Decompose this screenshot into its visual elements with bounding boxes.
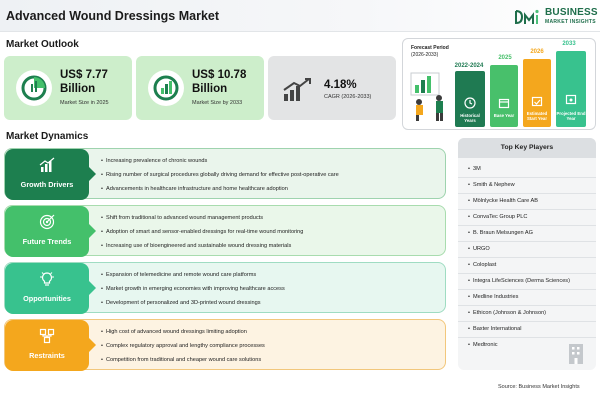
- bar-projected: Projected End Year: [556, 51, 586, 127]
- bar-caption-base: Base Year: [493, 113, 515, 118]
- logo-text-primary: BUSINESS: [545, 7, 598, 18]
- future-trends-label: Future Trends: [22, 237, 72, 246]
- growth-drivers-label-box: Growth Drivers: [5, 149, 89, 200]
- source-note: Source: Business Market Insights: [498, 384, 580, 390]
- future-trends-arrow: [89, 224, 96, 238]
- opportunities-row: Opportunities Expansion of telemedicine …: [4, 262, 446, 314]
- player-item: Medline Industries: [458, 290, 596, 306]
- forecast-period-panel: Forecast Period (2026-2033) 2022-2024 20…: [402, 38, 596, 130]
- list-item: Advancements in healthcare infrastructur…: [101, 182, 339, 196]
- trend-up-icon: [283, 78, 311, 101]
- player-item: ConvaTec Group PLC: [458, 210, 596, 226]
- bar-caption-historical: Historical Years: [460, 113, 480, 123]
- list-item: Increasing use of bioengineered and sust…: [101, 239, 303, 253]
- cagr-label: CAGR (2026-2033): [324, 94, 372, 100]
- bar-year-2033: 2033: [562, 41, 576, 47]
- growth-drivers-row: Growth Drivers Increasing prevalence of …: [4, 148, 446, 200]
- target-icon: [39, 214, 55, 230]
- player-item: Baxter International: [458, 322, 596, 338]
- growth-drivers-arrow: [89, 167, 96, 181]
- player-item: B. Braun Melsungen AG: [458, 226, 596, 242]
- calendar-check-icon: [531, 96, 543, 107]
- bar-chart-icon: [148, 70, 184, 106]
- player-item: Mölnlycke Health Care AB: [458, 194, 596, 210]
- header-bar: Advanced Wound Dressings Market BUSINESS…: [0, 0, 600, 32]
- cagr-card: 4.18% CAGR (2026-2033): [268, 56, 396, 120]
- calendar-icon: [498, 98, 510, 109]
- list-item: Increasing prevalence of chronic wounds: [101, 154, 339, 168]
- market-size-2033-label: Market Size by 2033: [192, 100, 243, 106]
- cagr-value: 4.18%: [324, 79, 357, 91]
- player-item: Integra LifeSciences (Derma Sciences): [458, 274, 596, 290]
- forecast-range: (2026-2033): [411, 52, 439, 58]
- forecast-title: Forecast Period: [411, 45, 449, 51]
- market-size-2025-card: US$ 7.77 Billion Market Size in 2025: [4, 56, 132, 120]
- growth-chart-icon: [39, 157, 55, 172]
- list-item: Rising number of surgical procedures glo…: [101, 168, 339, 182]
- player-item: URGO: [458, 242, 596, 258]
- clock-icon: [464, 97, 476, 109]
- opportunities-label-box: Opportunities: [5, 263, 89, 314]
- market-size-2025-value: US$ 7.77 Billion: [60, 69, 108, 95]
- bar-year-2022-2024: 2022-2024: [454, 63, 484, 69]
- player-item: Ethicon (Johnson & Johnson): [458, 306, 596, 322]
- list-item: Development of personalized and 3D-print…: [101, 296, 285, 310]
- market-size-2033-card: US$ 10.78 Billion Market Size by 2033: [136, 56, 264, 120]
- list-item: Shift from traditional to advanced wound…: [101, 211, 303, 225]
- bar-year-2026: 2026: [530, 49, 544, 55]
- market-size-2025-label: Market Size in 2025: [60, 100, 109, 106]
- pie-chart-icon: [16, 70, 52, 106]
- restraints-list: High cost of advanced wound dressings li…: [101, 325, 265, 367]
- market-outlook-heading: Market Outlook: [6, 39, 79, 50]
- brand-logo: BUSINESS MARKET INSIGHTS: [514, 6, 598, 28]
- top-key-players-heading: Top Key Players: [458, 138, 596, 158]
- opportunities-arrow: [89, 281, 96, 295]
- growth-drivers-list: Increasing prevalence of chronic wounds …: [101, 154, 339, 196]
- list-item: Complex regulatory approval and lengthy …: [101, 339, 265, 353]
- player-item: 3M: [458, 162, 596, 178]
- growth-drivers-label: Growth Drivers: [20, 180, 74, 189]
- bar-caption-estimated: Estimated Start Year: [526, 111, 548, 121]
- players-list: 3M Smith & Nephew Mölnlycke Health Care …: [458, 162, 596, 353]
- building-icon: [569, 344, 583, 364]
- market-size-2033-value: US$ 10.78 Billion: [192, 69, 247, 95]
- future-trends-list: Shift from traditional to advanced wound…: [101, 211, 303, 253]
- restraints-row: Restraints High cost of advanced wound d…: [4, 319, 446, 371]
- list-item: Competition from traditional and cheaper…: [101, 353, 265, 367]
- bmi-logo-icon: [515, 9, 539, 24]
- bar-year-2025: 2025: [498, 55, 512, 61]
- bar-base: Base Year: [490, 65, 518, 127]
- future-trends-row: Future Trends Shift from traditional to …: [4, 205, 446, 257]
- opportunities-label: Opportunities: [23, 294, 71, 303]
- restraints-arrow: [89, 338, 96, 352]
- target-date-icon: [565, 94, 577, 105]
- bar-estimated: Estimated Start Year: [523, 59, 551, 127]
- people-chart-illustration: [410, 72, 443, 121]
- list-item: High cost of advanced wound dressings li…: [101, 325, 265, 339]
- restraints-label: Restraints: [29, 351, 65, 360]
- player-item: Coloplast: [458, 258, 596, 274]
- restraints-label-box: Restraints: [5, 320, 89, 371]
- top-key-players-panel: Top Key Players 3M Smith & Nephew Mölnly…: [458, 138, 596, 370]
- future-trends-label-box: Future Trends: [5, 206, 89, 257]
- bar-historical: Historical Years: [455, 71, 485, 127]
- market-dynamics-heading: Market Dynamics: [6, 131, 89, 142]
- lightbulb-icon: [40, 272, 54, 286]
- bar-caption-projected: Projected End Year: [556, 111, 586, 121]
- list-item: Adoption of smart and sensor-enabled dre…: [101, 225, 303, 239]
- list-item: Market growth in emerging economies with…: [101, 282, 285, 296]
- logo-text-secondary: MARKET INSIGHTS: [545, 19, 596, 25]
- page-title: Advanced Wound Dressings Market: [6, 9, 220, 23]
- player-item: Smith & Nephew: [458, 178, 596, 194]
- opportunities-list: Expansion of telemedicine and remote wou…: [101, 268, 285, 310]
- list-item: Expansion of telemedicine and remote wou…: [101, 268, 285, 282]
- network-icon: [39, 328, 55, 344]
